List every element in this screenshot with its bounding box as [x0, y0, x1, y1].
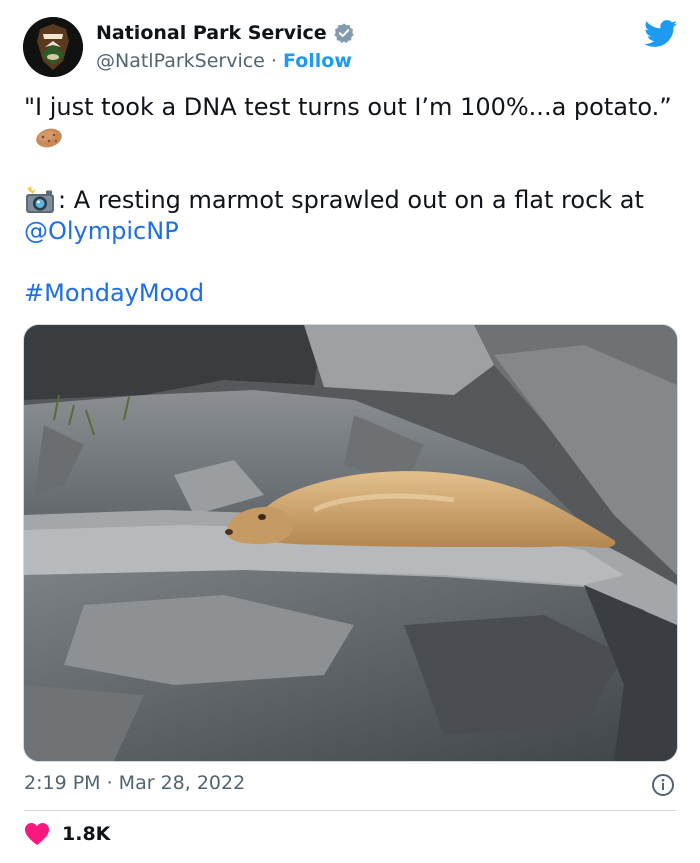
tweet-photo[interactable] — [23, 324, 678, 762]
like-count: 1.8K — [62, 823, 111, 845]
tweet-line-hashtag: #MondayMood — [24, 278, 674, 309]
hashtag-link[interactable]: #MondayMood — [24, 279, 204, 307]
verified-badge-icon — [333, 22, 355, 44]
like-action[interactable]: 1.8K — [24, 822, 110, 846]
tweet-card: National Park Service @NatlParkService ·… — [0, 0, 700, 863]
info-icon[interactable] — [651, 773, 675, 797]
handle[interactable]: @NatlParkService — [96, 50, 265, 72]
handle-separator: · — [264, 50, 283, 72]
caption-text: : A resting marmot sprawled out on a fla… — [58, 186, 644, 214]
tweet-line-caption: : A resting marmot sprawled out on a fla… — [24, 185, 674, 247]
camera-flash-icon — [24, 186, 56, 214]
tweet-text: "I just took a DNA test turns out I’m 10… — [24, 92, 674, 309]
heart-icon[interactable] — [24, 822, 50, 846]
divider — [24, 810, 676, 811]
potato-icon — [34, 126, 64, 150]
follow-button[interactable]: Follow — [283, 50, 352, 72]
twitter-bird-icon[interactable] — [644, 20, 678, 48]
quote-text: "I just took a DNA test turns out I’m 10… — [24, 93, 672, 121]
tweet-timestamp[interactable]: 2:19 PM · Mar 28, 2022 — [24, 772, 245, 794]
marmot-photo-image — [24, 325, 677, 761]
handle-row: @NatlParkService · Follow — [96, 50, 352, 72]
avatar[interactable] — [23, 17, 83, 77]
display-name[interactable]: National Park Service — [96, 22, 327, 44]
name-row: National Park Service — [96, 22, 355, 44]
nps-arrowhead-logo-icon — [23, 17, 83, 77]
mention-link[interactable]: @OlympicNP — [24, 217, 179, 245]
tweet-line-quote: "I just took a DNA test turns out I’m 10… — [24, 92, 674, 154]
